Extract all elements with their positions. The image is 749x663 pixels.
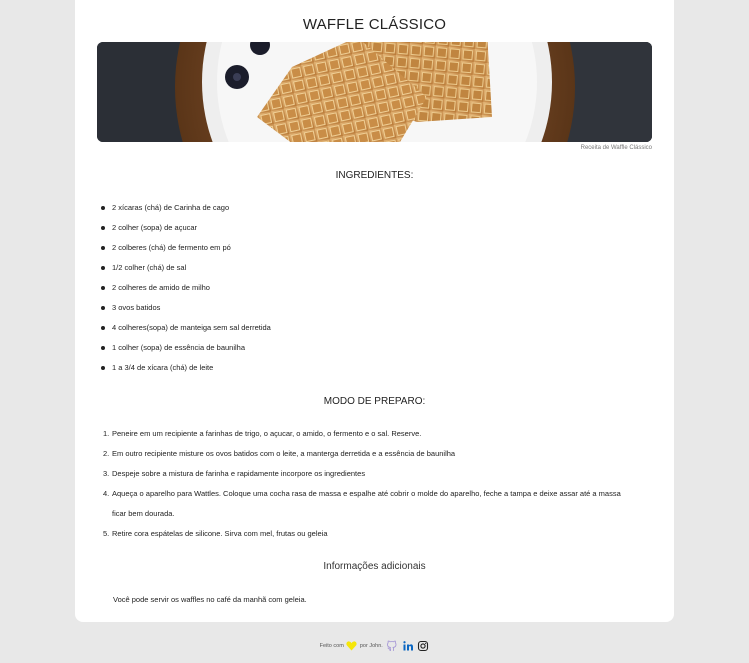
preparation-steps: 1. Peneire em um recipiente a farinhas de…	[103, 424, 632, 544]
list-item: 1 a 3/4 de xícara (chá) de leite	[101, 358, 271, 378]
list-item: 4 colheres(sopa) de manteiga sem sal der…	[101, 318, 271, 338]
footer-made-with: Feito com	[319, 643, 344, 649]
footer: Feito com por John.	[0, 640, 749, 652]
step-number: 5.	[103, 529, 110, 538]
additional-info-heading: Informações adicionais	[323, 561, 426, 572]
heart-icon	[346, 641, 357, 651]
step-number: 1.	[103, 429, 110, 438]
additional-info-text: Você pode servir os waffles no café da m…	[113, 595, 307, 604]
page-title: WAFFLE CLÁSSICO	[302, 16, 447, 33]
waffle-hero-image	[97, 42, 652, 142]
step-number: 3.	[103, 469, 110, 478]
ingredients-list: 2 xícaras (chá) de Carinha de cago 2 col…	[101, 198, 271, 378]
list-item: 2 colher (sopa) de açucar	[101, 218, 271, 238]
image-caption: Receita de Waffle Clássico	[580, 145, 652, 151]
recipe-card: WAFFLE CLÁSSICO Receita de Waffle Clássi…	[75, 0, 674, 622]
linkedin-icon[interactable]	[402, 640, 414, 652]
step-text: Peneire em um recipiente a farinhas de t…	[112, 429, 422, 438]
list-item: 2. Em outro recipiente misture os ovos ba…	[103, 444, 632, 464]
list-item: 4. Aqueça o aparelho para Wattles. Coloqu…	[103, 484, 632, 524]
list-item: 2 colberes (chá) de fermento em pó	[101, 238, 271, 258]
list-item: 1. Peneire em um recipiente a farinhas de…	[103, 424, 632, 444]
step-text: Retire cora espátelas de silicone. Sirva…	[112, 529, 328, 538]
preparation-heading: MODO DE PREPARO:	[323, 396, 426, 407]
step-text: Despeje sobre a mistura de farinha e rap…	[112, 469, 366, 478]
list-item: 5. Retire cora espátelas de silicone. Sir…	[103, 524, 632, 544]
ingredients-heading: INGREDIENTES:	[335, 170, 414, 181]
step-number: 4.	[103, 489, 110, 498]
list-item: 3. Despeje sobre a mistura de farinha e r…	[103, 464, 632, 484]
github-icon[interactable]	[386, 640, 398, 652]
step-text: Aqueça o aparelho para Wattles. Coloque …	[112, 489, 621, 518]
step-text: Em outro recipiente misture os ovos bati…	[112, 449, 456, 458]
list-item: 2 colheres de amido de milho	[101, 278, 271, 298]
step-number: 2.	[103, 449, 110, 458]
list-item: 1 colher (sopa) de essência de baunilha	[101, 338, 271, 358]
instagram-icon[interactable]	[417, 640, 429, 652]
footer-author: por John.	[359, 643, 383, 649]
list-item: 3 ovos batidos	[101, 298, 271, 318]
list-item: 1/2 colher (chá) de sal	[101, 258, 271, 278]
list-item: 2 xícaras (chá) de Carinha de cago	[101, 198, 271, 218]
